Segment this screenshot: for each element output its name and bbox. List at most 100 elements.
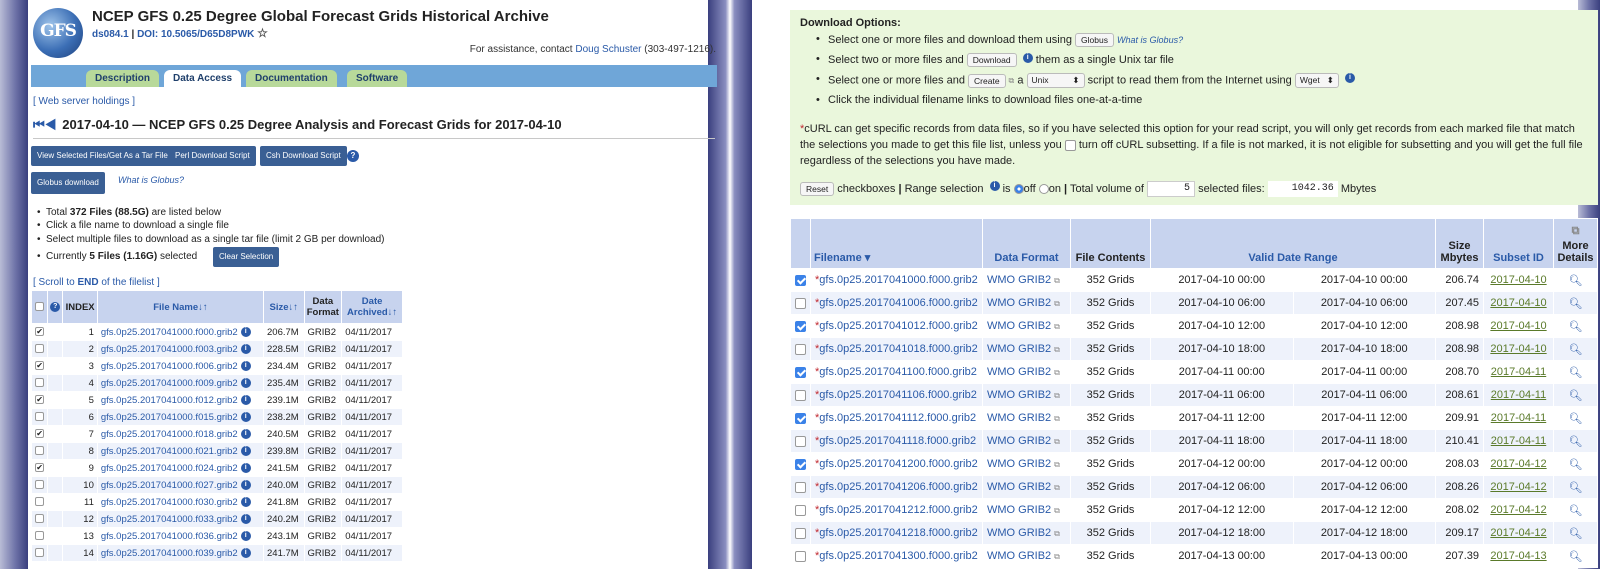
info-icon[interactable]: i: [240, 445, 251, 456]
tab-documentation[interactable]: Documentation: [246, 70, 337, 87]
file-link[interactable]: gfs.0p25.2017041106.f000.grib2: [819, 389, 977, 401]
magnifier-icon[interactable]: 🔍︎: [1569, 367, 1583, 379]
row-checkbox-cell[interactable]: [790, 406, 811, 430]
row-checkbox-cell[interactable]: ✔: [30, 357, 49, 375]
magnifier-icon[interactable]: 🔍︎: [1569, 528, 1583, 540]
tab-software[interactable]: Software: [347, 70, 408, 87]
subset-link[interactable]: 2017-04-12: [1490, 504, 1546, 516]
file-link[interactable]: gfs.0p25.2017041118.f000.grib2: [819, 435, 976, 447]
size-header[interactable]: Size↓↑: [263, 290, 305, 324]
row-checkbox-cell[interactable]: [30, 340, 49, 358]
file-link[interactable]: gfs.0p25.2017041206.f000.grib2: [819, 481, 977, 493]
format-link[interactable]: WMO GRIB2: [987, 320, 1051, 332]
row-checkbox-cell[interactable]: ✔: [30, 425, 49, 443]
row-checkbox[interactable]: ✔: [35, 463, 45, 473]
format-link[interactable]: WMO GRIB2: [987, 412, 1051, 424]
row-checkbox[interactable]: [795, 435, 806, 447]
row-checkbox[interactable]: [795, 274, 806, 286]
file-link[interactable]: gfs.0p25.2017041000.f006.grib2: [101, 361, 238, 372]
first-prev-nav-icon[interactable]: ⏮◀: [33, 117, 56, 132]
format-link[interactable]: WMO GRIB2: [987, 435, 1051, 447]
info-icon[interactable]: i: [240, 547, 251, 558]
filename-header[interactable]: Filename ▾: [810, 218, 983, 269]
scroll-to-end-link[interactable]: [ Scroll to END of the filelist ]: [33, 277, 160, 288]
file-link[interactable]: gfs.0p25.2017041300.f000.grib2: [819, 550, 977, 562]
subset-link[interactable]: 2017-04-11: [1491, 389, 1546, 401]
row-checkbox-cell[interactable]: ✔: [30, 391, 49, 409]
os-select[interactable]: Unix ⬍: [1026, 73, 1085, 88]
select-all-checkbox[interactable]: [35, 302, 45, 312]
file-link[interactable]: gfs.0p25.2017041000.f000.grib2: [101, 327, 238, 338]
format-link[interactable]: WMO GRIB2: [987, 366, 1051, 378]
dataset-id-link[interactable]: ds084.1: [92, 29, 129, 40]
create-button[interactable]: Create: [968, 73, 1006, 88]
info-icon[interactable]: i: [1344, 73, 1355, 83]
row-checkbox-cell[interactable]: ✔: [30, 459, 49, 477]
file-link[interactable]: gfs.0p25.2017041100.f000.grib2: [819, 366, 977, 378]
date-archived-header[interactable]: Date Archived↓↑: [341, 290, 403, 324]
format-link[interactable]: WMO GRIB2: [987, 343, 1051, 355]
row-checkbox-cell[interactable]: [790, 383, 811, 407]
file-link[interactable]: gfs.0p25.2017041000.f018.grib2: [101, 429, 238, 440]
file-link[interactable]: gfs.0p25.2017041212.f000.grib2: [819, 504, 977, 516]
format-link[interactable]: WMO GRIB2: [987, 274, 1051, 286]
file-link[interactable]: gfs.0p25.2017041000.f003.grib2: [101, 344, 238, 355]
subset-link[interactable]: 2017-04-13: [1490, 550, 1546, 562]
row-checkbox-cell[interactable]: [790, 475, 811, 499]
row-checkbox[interactable]: [795, 389, 806, 401]
row-checkbox[interactable]: [35, 531, 45, 541]
row-checkbox[interactable]: [35, 480, 45, 490]
row-checkbox[interactable]: [795, 366, 806, 378]
row-details-cell[interactable]: 🔍︎: [1553, 360, 1598, 384]
file-link[interactable]: gfs.0p25.2017041000.f030.grib2: [101, 497, 238, 508]
subset-link[interactable]: 2017-04-10: [1490, 343, 1546, 355]
file-link[interactable]: gfs.0p25.2017041000.f021.grib2: [101, 446, 238, 457]
file-link[interactable]: gfs.0p25.2017041218.f000.grib2: [819, 527, 977, 539]
row-checkbox[interactable]: [35, 514, 45, 524]
file-link[interactable]: gfs.0p25.2017041000.f039.grib2: [101, 548, 238, 559]
row-details-cell[interactable]: 🔍︎: [1553, 291, 1598, 315]
file-link[interactable]: gfs.0p25.2017041000.f015.grib2: [101, 412, 238, 423]
row-details-cell[interactable]: 🔍︎: [1553, 383, 1598, 407]
row-checkbox[interactable]: [795, 297, 806, 309]
row-checkbox[interactable]: [35, 497, 45, 507]
row-checkbox-cell[interactable]: [790, 521, 811, 545]
select-all-header[interactable]: [30, 290, 49, 324]
format-link[interactable]: WMO GRIB2: [987, 550, 1051, 562]
row-checkbox[interactable]: [35, 446, 45, 456]
row-checkbox-cell[interactable]: [790, 337, 811, 361]
row-checkbox-cell[interactable]: [30, 476, 49, 494]
info-icon[interactable]: i: [240, 513, 251, 524]
row-checkbox-cell[interactable]: [790, 498, 811, 522]
magnifier-icon[interactable]: 🔍︎: [1569, 390, 1583, 402]
info-icon[interactable]: i: [240, 462, 251, 473]
format-link[interactable]: WMO GRIB2: [987, 458, 1051, 470]
view-selected-button[interactable]: View Selected Files/Get As a Tar File: [31, 146, 174, 166]
subset-link[interactable]: 2017-04-11: [1491, 435, 1546, 447]
file-link[interactable]: gfs.0p25.2017041000.f024.grib2: [101, 463, 238, 474]
file-link[interactable]: gfs.0p25.2017041006.f000.grib2: [819, 297, 977, 309]
info-icon[interactable]: i: [240, 360, 251, 371]
doi-link[interactable]: DOI: 10.5065/D65D8PWK: [137, 29, 254, 40]
star-icon[interactable]: ☆: [257, 26, 268, 40]
range-on-radio[interactable]: [1038, 184, 1049, 194]
magnifier-icon[interactable]: 🔍︎: [1569, 459, 1583, 471]
info-icon[interactable]: i: [240, 377, 251, 388]
row-checkbox[interactable]: ✔: [35, 327, 45, 337]
range-off-radio[interactable]: [1013, 184, 1024, 194]
row-details-cell[interactable]: 🔍︎: [1553, 268, 1598, 292]
row-details-cell[interactable]: 🔍︎: [1553, 406, 1598, 430]
file-link[interactable]: gfs.0p25.2017041000.f033.grib2: [101, 514, 238, 525]
subset-link[interactable]: 2017-04-10: [1490, 274, 1546, 286]
row-checkbox[interactable]: [795, 412, 806, 424]
subset-link[interactable]: 2017-04-11: [1491, 366, 1546, 378]
info-icon[interactable]: i: [240, 343, 251, 354]
info-icon[interactable]: i: [989, 181, 1000, 191]
info-icon[interactable]: i: [240, 479, 251, 490]
row-checkbox-cell[interactable]: [30, 510, 49, 528]
row-checkbox-cell[interactable]: [790, 314, 811, 338]
row-checkbox[interactable]: [35, 378, 45, 388]
row-details-cell[interactable]: 🔍︎: [1553, 521, 1598, 545]
row-details-cell[interactable]: 🔍︎: [1553, 475, 1598, 499]
subset-link[interactable]: 2017-04-12: [1490, 458, 1546, 470]
